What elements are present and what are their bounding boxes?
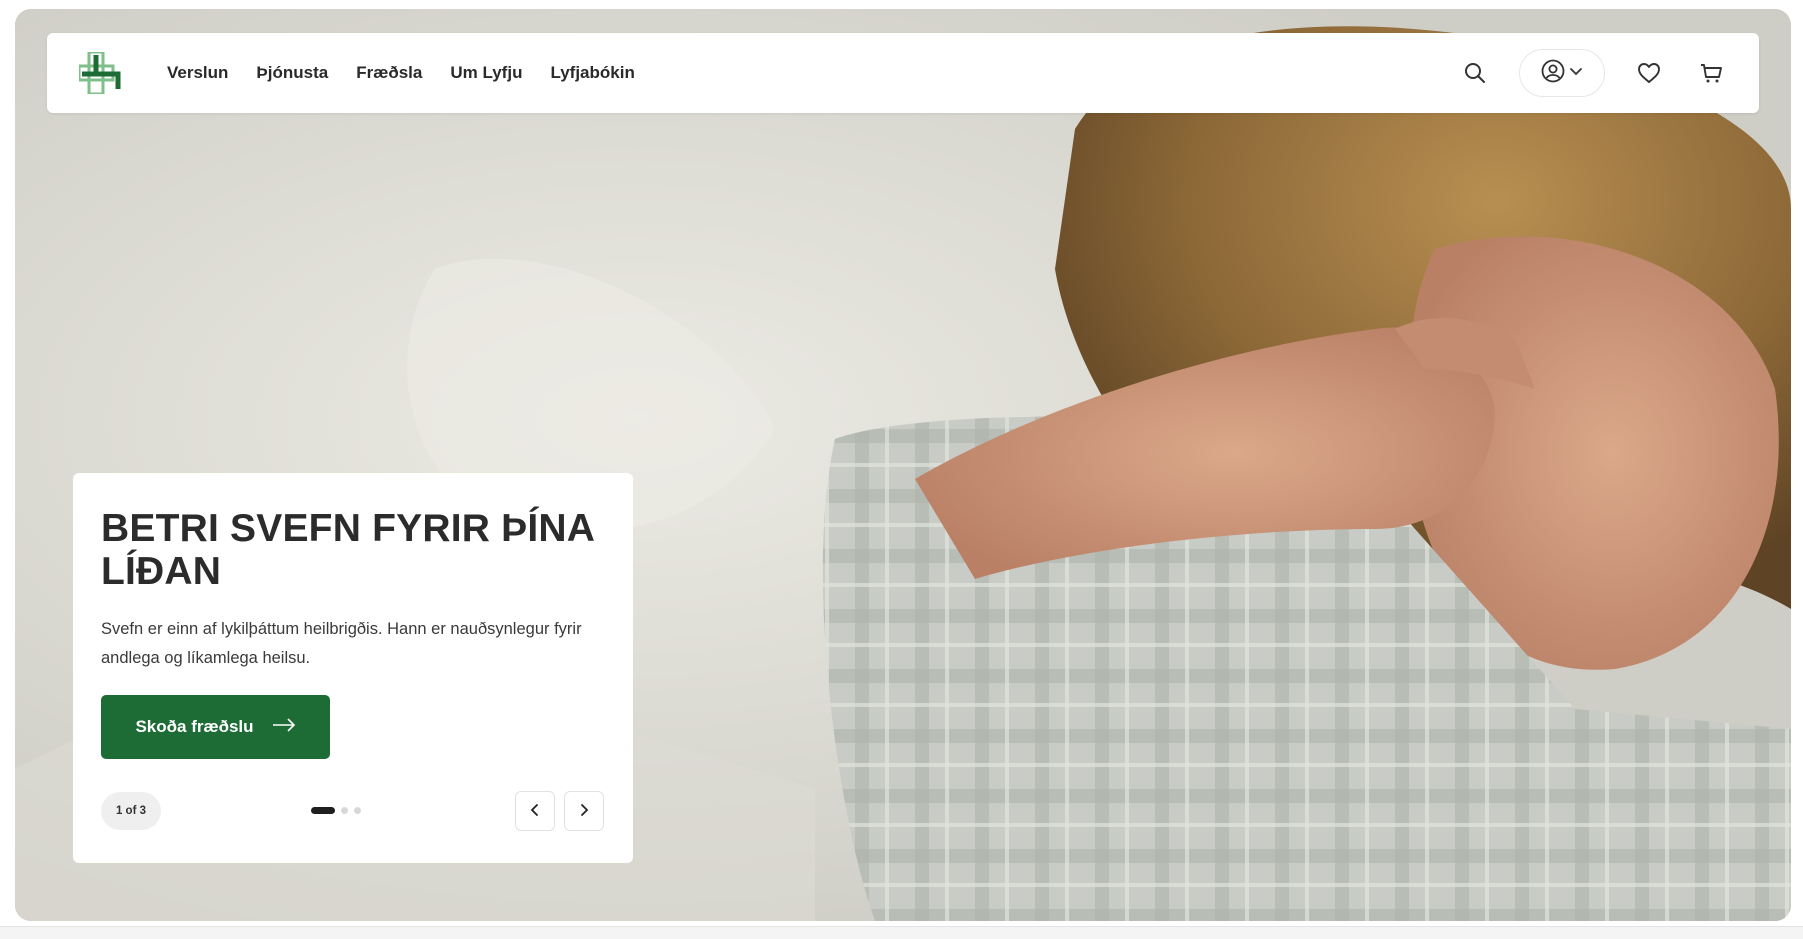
nav-link-thjonusta[interactable]: Þjónusta xyxy=(256,63,328,83)
nav-link-verslun[interactable]: Verslun xyxy=(167,63,228,83)
chevron-right-icon xyxy=(578,803,590,820)
nav-link-fraedsla[interactable]: Fræðsla xyxy=(356,63,422,83)
top-navigation: Verslun Þjónusta Fræðsla Um Lyfju Lyfjab… xyxy=(47,33,1759,113)
nav-link-um-lyfju[interactable]: Um Lyfju xyxy=(450,63,522,83)
slide-counter: 1 of 3 xyxy=(101,792,161,830)
hero-title: BETRI SVEFN FYRIR ÞÍNA LÍÐAN xyxy=(101,507,594,593)
chevron-down-icon xyxy=(1569,64,1583,83)
nav-link-lyfjabokin[interactable]: Lyfjabókin xyxy=(550,63,634,83)
cta-button[interactable]: Skoða fræðslu xyxy=(101,695,330,759)
slide-dot-1[interactable] xyxy=(311,807,335,814)
user-circle-icon xyxy=(1541,59,1565,88)
slide-dot-2[interactable] xyxy=(341,807,348,814)
prev-slide-button[interactable] xyxy=(515,791,555,831)
hero-description: Svefn er einn af lykilþáttum heilbrigðis… xyxy=(101,620,582,667)
chevron-left-icon xyxy=(529,803,541,820)
hero-card: BETRI SVEFN FYRIR ÞÍNA LÍÐAN Svefn er ei… xyxy=(73,473,633,863)
slide-dots xyxy=(311,807,361,814)
cta-label: Skoða fræðslu xyxy=(135,717,254,736)
page-bottom-edge xyxy=(0,926,1803,939)
heart-icon[interactable] xyxy=(1631,55,1667,91)
main-menu: Verslun Þjónusta Fræðsla Um Lyfju Lyfjab… xyxy=(167,33,635,113)
account-menu-button[interactable] xyxy=(1519,49,1605,97)
search-icon[interactable] xyxy=(1457,55,1493,91)
next-slide-button[interactable] xyxy=(564,791,604,831)
arrow-right-icon xyxy=(272,717,296,737)
cart-icon[interactable] xyxy=(1693,55,1729,91)
slide-dot-3[interactable] xyxy=(354,807,361,814)
nav-actions xyxy=(1457,33,1729,113)
lyfja-logo-icon[interactable] xyxy=(77,50,121,96)
